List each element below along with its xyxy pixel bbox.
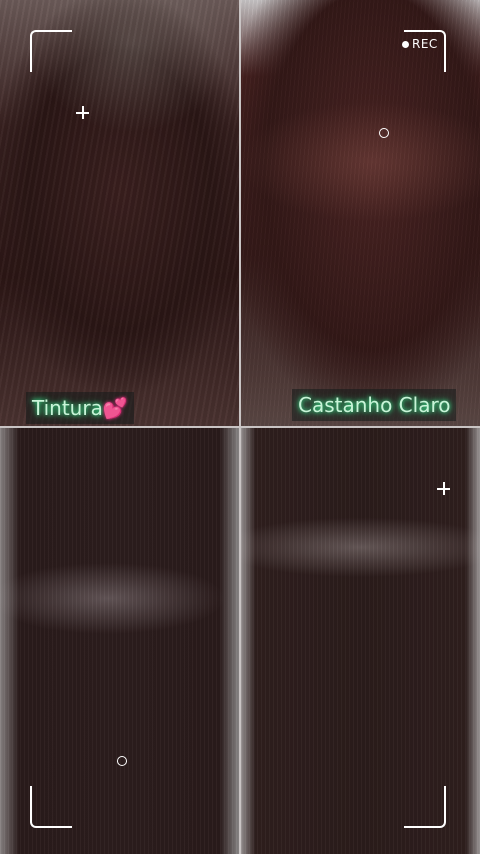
hearts-emoji-icon: 💕 — [102, 396, 128, 420]
caption-castanho-claro-text: Castanho Claro — [298, 393, 451, 417]
crosshair-plus-icon — [76, 106, 89, 119]
rec-label: REC — [412, 37, 438, 51]
viewfinder-corner-bottom-left — [30, 786, 72, 828]
caption-castanho-claro: Castanho Claro — [292, 389, 457, 421]
caption-tintura: Tintura💕 — [26, 392, 134, 424]
focus-ring-icon — [117, 756, 127, 766]
caption-tintura-text: Tintura — [32, 396, 103, 420]
focus-ring-icon — [379, 128, 389, 138]
viewfinder-corner-top-left — [30, 30, 72, 72]
photo-collage — [0, 0, 480, 854]
rec-indicator: REC — [402, 36, 438, 52]
crosshair-plus-icon — [437, 482, 450, 495]
viewfinder-corner-bottom-right — [404, 786, 446, 828]
record-dot-icon — [402, 40, 409, 48]
